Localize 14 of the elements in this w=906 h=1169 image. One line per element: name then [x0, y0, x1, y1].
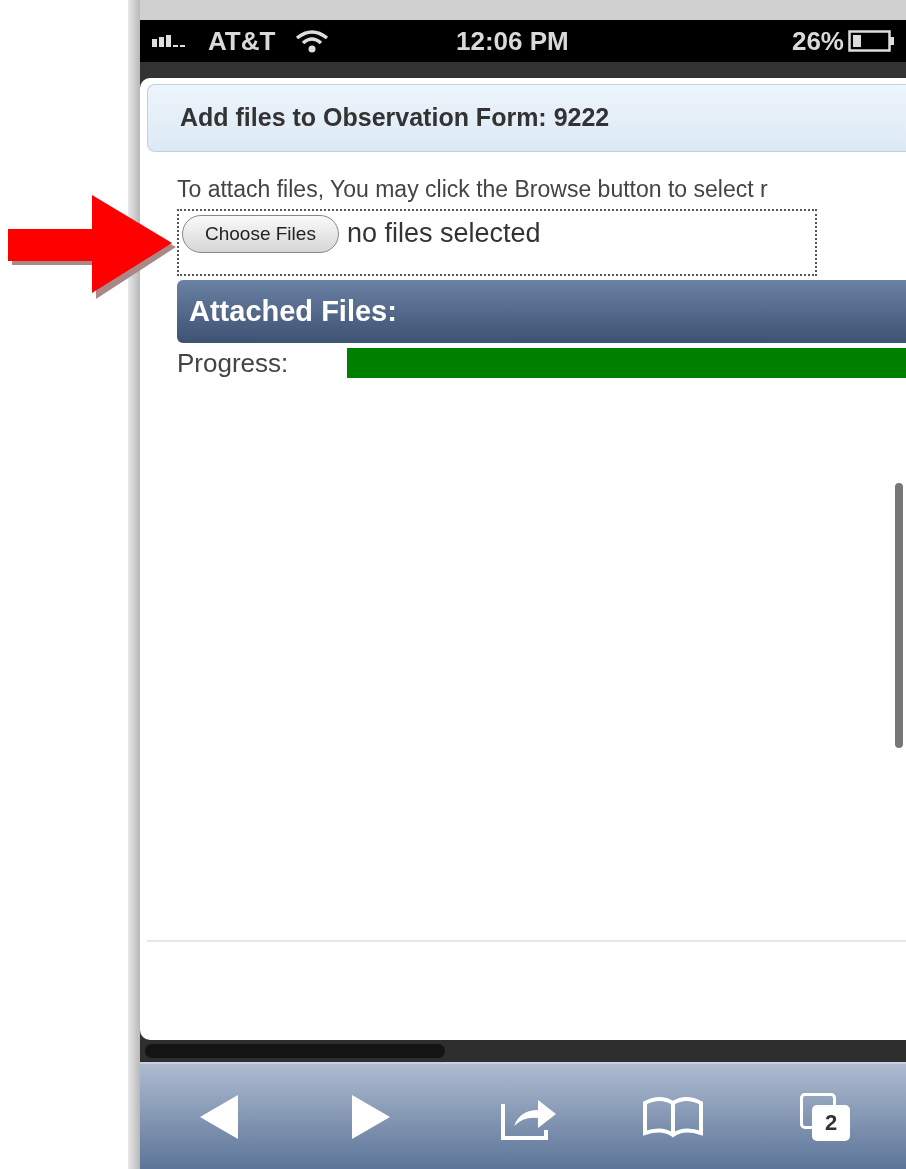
carrier-name: AT&T [208, 24, 276, 58]
choose-files-button[interactable]: Choose Files [182, 215, 339, 253]
instructions-text: To attach files, You may click the Browse button to select r [177, 175, 769, 204]
page-title: Add files to Observation Form: 9222 [180, 102, 610, 134]
file-status-text: no files selected [346, 217, 541, 250]
section-title: Attached Files: [189, 293, 397, 329]
status-time: 12:06 PM [456, 24, 569, 58]
forward-icon[interactable] [352, 1094, 390, 1139]
bookmarks-icon[interactable] [642, 1094, 704, 1139]
battery-icon [848, 30, 894, 52]
battery-percent: 26% [791, 24, 844, 58]
wifi-icon [295, 29, 330, 53]
progress-label: Progress: [177, 346, 290, 380]
back-icon[interactable] [200, 1094, 238, 1139]
